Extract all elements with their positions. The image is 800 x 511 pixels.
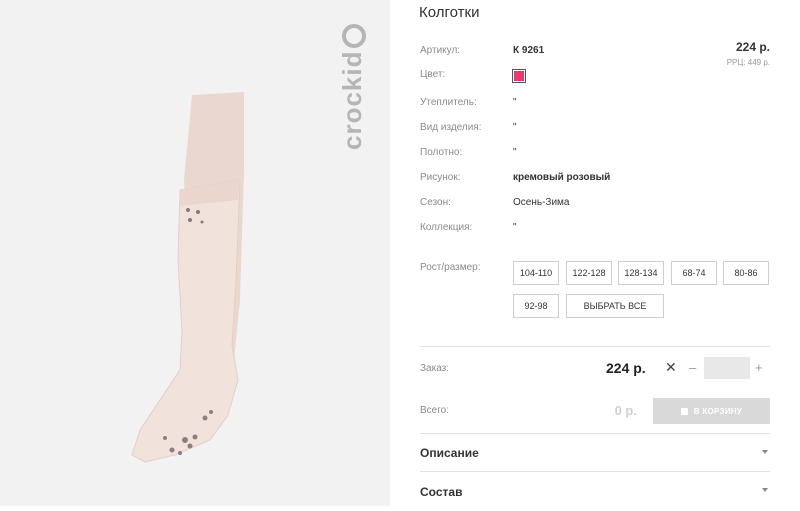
attr-label-season: Сезон:	[420, 197, 451, 208]
attr-value-pattern: кремовый розовый	[513, 172, 611, 183]
attr-value-collection: "	[513, 222, 517, 233]
quantity-decrement-button[interactable]: –	[689, 360, 696, 375]
product-title: Колготки	[419, 4, 480, 21]
size-option-128-134[interactable]: 128-134	[618, 261, 664, 285]
product-image[interactable]: crockid	[0, 0, 390, 506]
multiply-icon: ✕	[665, 359, 677, 375]
color-swatch[interactable]	[512, 69, 526, 83]
sizes-label: Рост/размер:	[420, 262, 481, 273]
attr-label-collection: Коллекция:	[420, 222, 473, 233]
size-option-122-128[interactable]: 122-128	[566, 261, 612, 285]
size-option-68-74[interactable]: 68-74	[671, 261, 717, 285]
chevron-down-icon[interactable]	[762, 488, 768, 492]
divider	[420, 346, 770, 347]
attr-value-type: "	[513, 122, 517, 133]
order-price: 224 р.	[606, 360, 646, 376]
attr-label-fabric: Полотно:	[420, 147, 463, 158]
attr-value-insulation: "	[513, 97, 517, 108]
tights-illustration	[131, 92, 244, 463]
product-price: 224 р.	[735, 40, 770, 54]
order-label: Заказ:	[420, 363, 450, 374]
attr-label-insulation: Утеплитель:	[420, 97, 477, 108]
attr-value-season: Осень-Зима	[513, 197, 570, 208]
total-label: Всего:	[420, 405, 449, 416]
divider	[420, 433, 770, 434]
add-to-cart-button[interactable]: В КОРЗИНУ	[653, 398, 770, 424]
cart-icon	[680, 407, 688, 415]
chevron-down-icon[interactable]	[762, 450, 768, 454]
accordion-composition[interactable]: Состав	[420, 485, 462, 499]
divider	[420, 471, 770, 472]
brand-logo: crockid	[337, 24, 368, 150]
size-option-104-110[interactable]: 104-110	[513, 261, 559, 285]
rrc-price: РРЦ: 449 р.	[726, 58, 770, 67]
attr-label-pattern: Рисунок:	[420, 172, 461, 183]
accordion-description[interactable]: Описание	[420, 446, 479, 460]
size-option-92-98[interactable]: 92-98	[513, 294, 559, 318]
quantity-increment-button[interactable]: +	[755, 360, 763, 375]
attr-value-fabric: "	[513, 147, 517, 158]
attr-value-article: К 9261	[513, 45, 545, 56]
attr-label-article: Артикул:	[420, 45, 461, 56]
add-to-cart-label: В КОРЗИНУ	[693, 406, 743, 416]
attr-label-color: Цвет:	[420, 69, 446, 80]
size-option-80-86[interactable]: 80-86	[723, 261, 769, 285]
select-all-sizes-button[interactable]: ВЫБРАТЬ ВСЕ	[566, 294, 664, 318]
attr-label-type: Вид изделия:	[420, 122, 482, 133]
quantity-input[interactable]	[704, 357, 750, 379]
total-value: 0 р.	[614, 403, 637, 418]
